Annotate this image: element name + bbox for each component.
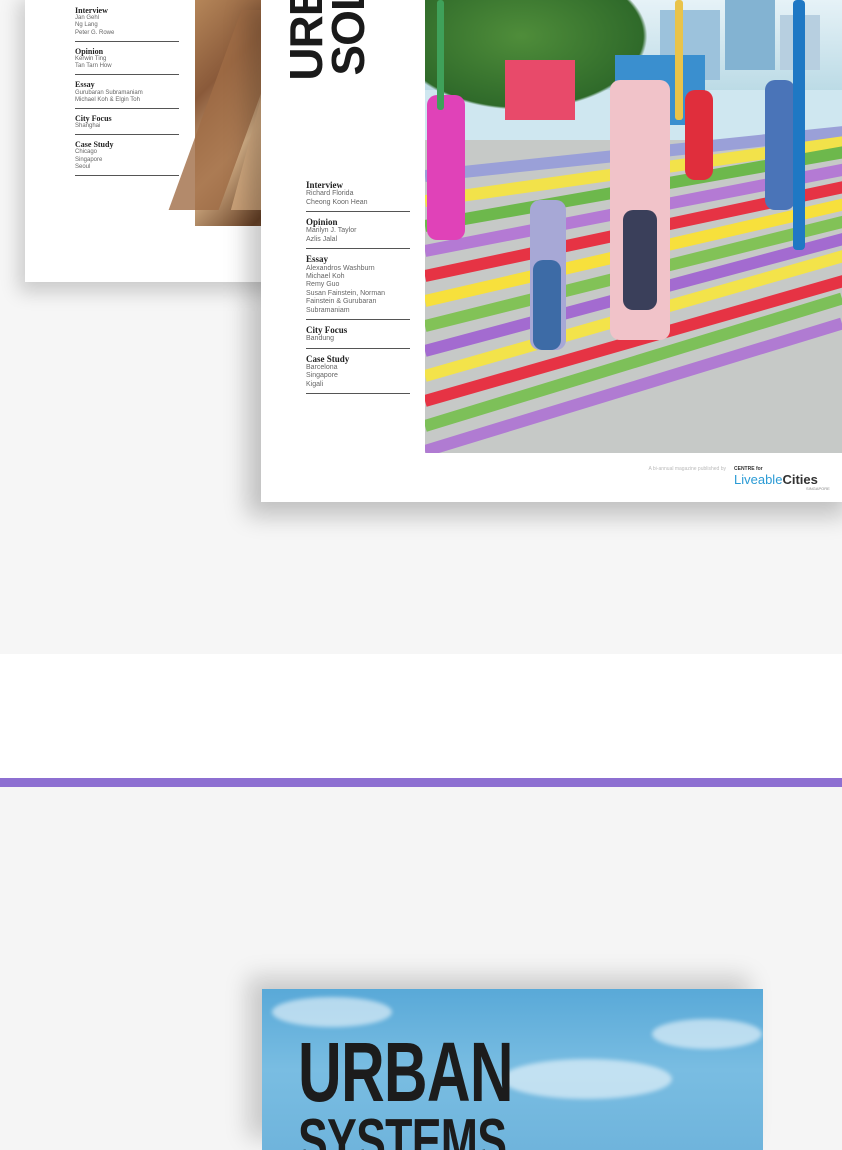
contents-group: Interview Jan Gehl Ng Lang Peter G. Rowe [75, 6, 179, 42]
contents-heading: Essay [75, 80, 95, 90]
contents-item: Tan Tarn How [75, 63, 112, 70]
magazine-front-issue[interactable]: URB SOL Interview Richard Florida Cheong K… [261, 0, 842, 502]
contents-item: Seoul [75, 163, 91, 170]
contents-heading: City Focus [75, 113, 112, 123]
contents-heading: Interview [75, 6, 108, 15]
contents-group: Opinion Marilyn J. Taylor Azlis Jalal [306, 217, 410, 250]
contents-group: Essay Alexandros Washburn Michael Koh Remy … [306, 254, 410, 320]
contents-heading: Case Study [306, 353, 350, 364]
contents-item: Remy Guo [306, 281, 340, 289]
front-issue-contents: Interview Richard Florida Cheong Koon Hean… [306, 180, 410, 399]
contents-item: Cheong Koon Hean [306, 198, 368, 206]
book-title-line1: URBAN [298, 1025, 514, 1119]
contents-group: Opinion Kerwin Ting Tan Tarn How [75, 47, 179, 76]
contents-item: Singapore [75, 156, 103, 163]
cover-photo-rainbow-walkway [425, 0, 842, 453]
contents-item: Singapore [306, 372, 338, 380]
contents-item: Kigali [306, 380, 324, 388]
contents-heading: Opinion [306, 217, 338, 228]
contents-item: Susan Fainstein, Norman Fainstein & Guru… [306, 289, 385, 314]
magazine-title-line2: SOL [322, 0, 374, 76]
contents-item: Azlis Jalal [306, 235, 338, 243]
contents-item: Bandung [306, 335, 335, 343]
contents-heading: Case Study [75, 140, 114, 150]
back-issue-contents: Interview Jan Gehl Ng Lang Peter G. Rowe Opi… [75, 6, 179, 181]
contents-item: Jan Gehl [75, 15, 100, 22]
contents-item: Barcelona [306, 364, 338, 372]
contents-group: Interview Richard Florida Cheong Koon Hean [306, 180, 410, 213]
contents-group: Case Study Chicago Singapore Seoul [75, 140, 179, 176]
contents-heading: Essay [306, 254, 329, 265]
contents-item: Marilyn J. Taylor [306, 227, 357, 235]
magazine-showcase-section: Interview Jan Gehl Ng Lang Peter G. Rowe Opi… [0, 0, 842, 654]
contents-item: Chicago [75, 149, 98, 156]
contents-heading: Opinion [75, 46, 104, 56]
spacer-band [0, 654, 842, 778]
publisher-brand: LiveableCities [734, 472, 818, 487]
contents-item: Ng Lang [75, 22, 98, 29]
contents-item: Michael Koh & Elgin Toh [75, 96, 140, 103]
contents-group: City Focus Shanghai [75, 113, 179, 136]
contents-item: Shanghai [75, 123, 101, 130]
publisher-note: A bi-annual magazine published by [648, 466, 726, 472]
book-title: URBAN SYSTEMS [298, 1025, 514, 1150]
magazine-title: URB SOL [280, 0, 397, 90]
section-divider [0, 778, 842, 787]
publisher-country: SINGAPORE [806, 486, 830, 491]
book-cover-urban-systems[interactable]: URBAN SYSTEMS [262, 989, 763, 1150]
contents-item: Gurubaran Subramaniam [75, 89, 143, 96]
contents-item: Kerwin Ting [75, 55, 107, 62]
contents-group: Essay Gurubaran Subramaniam Michael Koh & … [75, 80, 179, 109]
contents-group: Case Study Barcelona Singapore Kigali [306, 354, 410, 395]
contents-item: Alexandros Washburn [306, 264, 375, 272]
contents-item: Michael Koh [306, 272, 345, 280]
contents-item: Richard Florida [306, 190, 354, 198]
contents-group: City Focus Bandung [306, 325, 410, 349]
publisher-logo: A bi-annual magazine published by CENTRE… [646, 460, 842, 491]
magazine-title-line1: URB [280, 0, 332, 81]
contents-item: Peter G. Rowe [75, 29, 115, 36]
contents-heading: Interview [306, 180, 343, 190]
book-title-line2: SYSTEMS [298, 1106, 507, 1150]
contents-heading: City Focus [306, 324, 348, 335]
